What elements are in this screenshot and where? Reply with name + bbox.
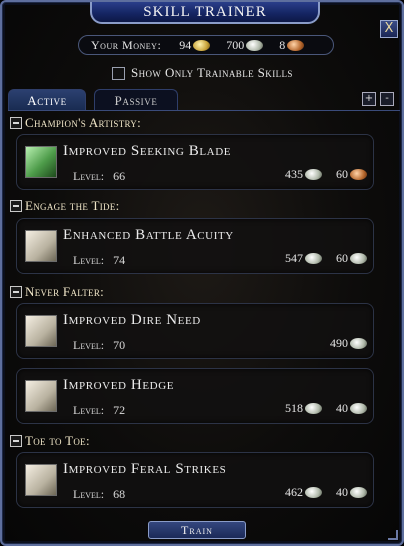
skill-level: Level: 70 <box>73 338 125 353</box>
cost-secondary-value: 40 <box>336 401 348 415</box>
skill-list: Champion's Artistry: Improved Seeking Bl… <box>8 110 400 514</box>
silver-coin-icon <box>350 253 367 264</box>
skill-cost: 435 60 <box>271 167 367 182</box>
gold-coin-icon <box>193 39 211 51</box>
resize-grip-icon[interactable] <box>388 530 398 540</box>
cost-copper-value: 60 <box>336 167 348 181</box>
section-title: Toe to Toe: <box>25 433 90 448</box>
skill-row[interactable]: Improved Dire Need Level: 70 490 <box>16 303 374 359</box>
feral-strikes-icon <box>25 464 57 496</box>
copper-coin-icon <box>350 169 367 180</box>
silver-value: 700 <box>226 37 245 52</box>
cost-secondary: 40 <box>336 401 367 416</box>
level-label: Level: <box>73 253 105 267</box>
skill-name: Enhanced Battle Acuity <box>63 227 234 243</box>
cost-copper: 60 <box>336 167 367 182</box>
train-button[interactable]: Train <box>148 521 246 539</box>
silver-coin-icon <box>350 487 367 498</box>
copper-amount: 8 <box>279 37 305 53</box>
section-header-never-falter[interactable]: Never Falter: <box>10 284 104 300</box>
window-title: Skill Trainer <box>143 3 267 20</box>
skill-cost: 547 60 <box>271 251 367 266</box>
skill-row[interactable]: Enhanced Battle Acuity Level: 74 547 60 <box>16 218 374 274</box>
collapse-toggle-icon[interactable] <box>10 435 22 447</box>
cost-silver: 490 <box>330 336 367 351</box>
silver-coin-icon <box>350 338 367 349</box>
battle-acuity-icon <box>25 230 57 262</box>
skill-row[interactable]: Improved Seeking Blade Level: 66 435 60 <box>16 134 374 190</box>
cost-silver-value: 547 <box>285 251 303 265</box>
money-label: Your Money: <box>91 37 162 52</box>
silver-coin-icon <box>305 403 322 414</box>
level-label: Level: <box>73 403 105 417</box>
level-label: Level: <box>73 169 105 183</box>
trainable-checkbox[interactable] <box>112 66 125 80</box>
silver-amount: 700 <box>226 37 264 53</box>
trainable-filter-label: Show Only Trainable Skills <box>131 65 293 80</box>
skill-level: Level: 72 <box>73 403 125 418</box>
collapse-toggle-icon[interactable] <box>10 200 22 212</box>
cost-silver: 435 <box>285 167 322 182</box>
cost-secondary: 40 <box>336 485 367 500</box>
section-title: Champion's Artistry: <box>25 115 142 130</box>
skill-row[interactable]: Improved Hedge Level: 72 518 40 <box>16 368 374 424</box>
level-value: 66 <box>113 169 126 183</box>
skill-cost: 490 <box>316 336 367 351</box>
section-header-champions-artistry[interactable]: Champion's Artistry: <box>10 115 141 131</box>
cost-silver-value: 435 <box>285 167 303 181</box>
level-value: 74 <box>113 253 126 267</box>
cost-silver: 547 <box>285 251 322 266</box>
skill-name: Improved Dire Need <box>63 312 201 328</box>
skill-name: Improved Feral Strikes <box>63 461 227 477</box>
silver-coin-icon <box>305 487 322 498</box>
copper-coin-icon <box>287 39 305 51</box>
close-button[interactable]: X <box>380 20 398 38</box>
collapse-all-button[interactable]: - <box>380 92 394 106</box>
level-label: Level: <box>73 338 105 352</box>
seeking-blade-icon <box>25 146 57 178</box>
cost-silver-value: 518 <box>285 401 303 415</box>
copper-value: 8 <box>279 37 286 52</box>
skill-name: Improved Seeking Blade <box>63 143 232 159</box>
skill-level: Level: 74 <box>73 253 125 268</box>
cost-silver: 462 <box>285 485 322 500</box>
silver-coin-icon <box>246 39 264 51</box>
section-header-engage-the-tide[interactable]: Engage the Tide: <box>10 198 120 214</box>
level-value: 72 <box>113 403 126 417</box>
title-plate[interactable]: Skill Trainer <box>90 2 320 24</box>
skill-row[interactable]: Improved Feral Strikes Level: 68 462 40 <box>16 452 374 508</box>
cost-secondary: 60 <box>336 251 367 266</box>
skill-level: Level: 66 <box>73 169 125 184</box>
trainable-filter[interactable]: Show Only Trainable Skills <box>112 65 293 81</box>
section-title: Never Falter: <box>25 284 105 299</box>
cost-silver: 518 <box>285 401 322 416</box>
collapse-toggle-icon[interactable] <box>10 286 22 298</box>
cost-secondary-value: 40 <box>336 485 348 499</box>
level-label: Level: <box>73 487 105 501</box>
silver-coin-icon <box>305 253 322 264</box>
skill-level: Level: 68 <box>73 487 125 502</box>
money-bar: Your Money: 94 700 8 <box>78 35 334 55</box>
tab-passive[interactable]: Passive <box>94 89 178 111</box>
level-value: 68 <box>113 487 126 501</box>
collapse-toggle-icon[interactable] <box>10 117 22 129</box>
hedge-icon <box>25 380 57 412</box>
expand-all-button[interactable]: + <box>362 92 376 106</box>
skill-name: Improved Hedge <box>63 377 175 393</box>
skill-cost: 462 40 <box>271 485 367 500</box>
tab-active[interactable]: Active <box>8 89 86 111</box>
section-header-toe-to-toe[interactable]: Toe to Toe: <box>10 433 90 449</box>
cost-silver-value: 490 <box>330 336 348 350</box>
section-title: Engage the Tide: <box>25 198 120 213</box>
level-value: 70 <box>113 338 126 352</box>
silver-coin-icon <box>350 403 367 414</box>
gold-amount: 94 <box>179 37 211 53</box>
skill-cost: 518 40 <box>271 401 367 416</box>
gold-value: 94 <box>179 37 192 52</box>
cost-silver-value: 462 <box>285 485 303 499</box>
silver-coin-icon <box>305 169 322 180</box>
skill-trainer-window: Skill Trainer X Your Money: 94 700 8 Sho… <box>0 0 404 546</box>
cost-secondary-value: 60 <box>336 251 348 265</box>
dire-need-icon <box>25 315 57 347</box>
